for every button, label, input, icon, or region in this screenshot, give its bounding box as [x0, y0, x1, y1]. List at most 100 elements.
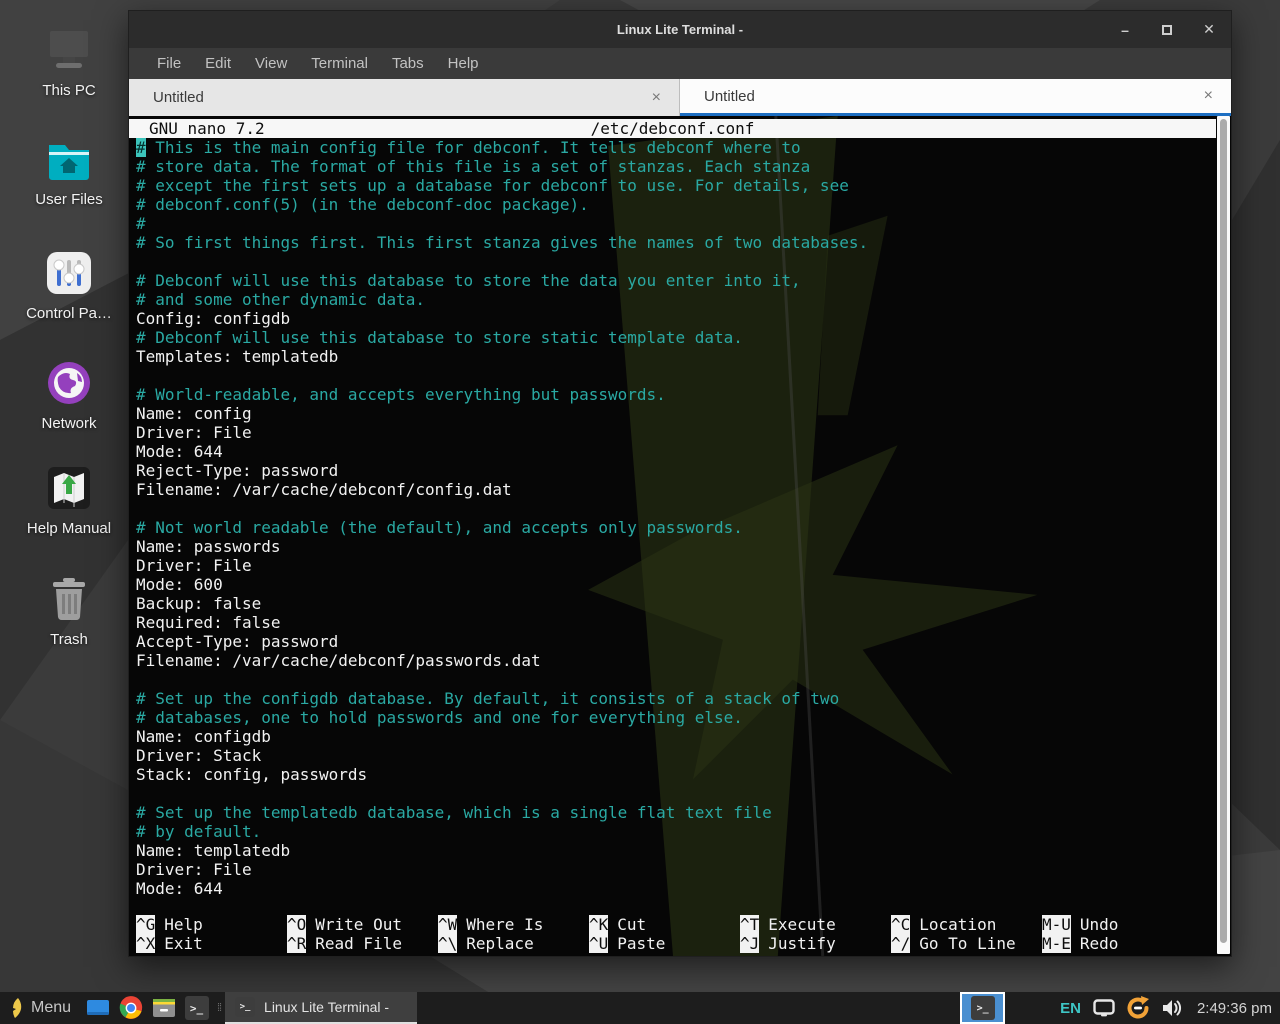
- terminal-line: Config: configdb: [136, 309, 1216, 328]
- menu-help[interactable]: Help: [438, 52, 489, 75]
- terminal-scrollbar[interactable]: [1217, 116, 1230, 954]
- home-folder-icon: [44, 138, 94, 182]
- menu-edit[interactable]: Edit: [195, 52, 241, 75]
- tab-label: Untitled: [704, 88, 755, 105]
- shortcut-row: ^XExit^RRead File^\Replace^UPaste^JJusti…: [136, 934, 1216, 953]
- shortcut-label: Where Is: [466, 915, 543, 934]
- start-menu-button[interactable]: Menu: [0, 992, 81, 1024]
- window-titlebar[interactable]: Linux Lite Terminal - – ✕: [129, 11, 1231, 48]
- terminal-line: # Not world readable (the default), and …: [136, 518, 1216, 537]
- terminal-icon: >_: [235, 997, 255, 1017]
- shortcut-redo: M-E Redo: [1042, 934, 1118, 953]
- terminal-line: Name: passwords: [136, 537, 1216, 556]
- shortcut-key: ^\: [438, 934, 457, 953]
- menu-terminal[interactable]: Terminal: [301, 52, 378, 75]
- maximize-icon[interactable]: [1159, 22, 1175, 38]
- shortcut-cut: ^KCut: [589, 915, 740, 934]
- nano-editor: GNU nano 7.2 /etc/debconf.conf # This is…: [129, 116, 1216, 956]
- taskbar-handle[interactable]: ⁞⁞: [213, 992, 225, 1024]
- shortcut-paste: ^UPaste: [589, 934, 740, 953]
- shortcut-label: Redo: [1080, 934, 1119, 953]
- shortcut-key: ^J: [740, 934, 759, 953]
- terminal-icon: >_: [185, 996, 209, 1020]
- text-cursor: #: [136, 138, 146, 157]
- shortcut-key: ^C: [891, 915, 910, 934]
- desktop-icon: [86, 999, 110, 1017]
- close-icon[interactable]: ✕: [1201, 22, 1217, 38]
- terminal-line: [136, 670, 1216, 689]
- terminal-line: # This is the main config file for debco…: [136, 138, 1216, 157]
- keyboard-layout-indicator[interactable]: EN: [1060, 1000, 1081, 1017]
- shortcut-label: Help: [164, 915, 203, 934]
- display-settings-tray-icon[interactable]: [1093, 999, 1115, 1017]
- shortcut-label: Location: [919, 915, 996, 934]
- minimize-icon[interactable]: –: [1117, 22, 1133, 38]
- desktop-icon-user-files[interactable]: User Files: [9, 138, 129, 208]
- taskbar-window-button[interactable]: >_ Linux Lite Terminal -: [225, 992, 417, 1024]
- tab-untitled-1[interactable]: Untitled ×: [129, 79, 680, 116]
- terminal-pane[interactable]: GNU nano 7.2 /etc/debconf.conf # This is…: [129, 116, 1231, 956]
- terminal-line: # So first things first. This first stan…: [136, 233, 1216, 252]
- terminal-line: Driver: File: [136, 423, 1216, 442]
- terminal-line: [136, 499, 1216, 518]
- updates-tray-icon[interactable]: [1125, 995, 1151, 1021]
- nano-titlebar: GNU nano 7.2 /etc/debconf.conf: [129, 119, 1216, 138]
- terminal-line: # databases, one to hold passwords and o…: [136, 708, 1216, 727]
- desktop-icon-help-manual[interactable]: Help Manual: [9, 465, 129, 537]
- sliders-icon: [45, 250, 93, 296]
- shortcut-label: Go To Line: [919, 934, 1015, 953]
- terminal-line: Accept-Type: password: [136, 632, 1216, 651]
- globe-icon: [46, 360, 92, 406]
- show-desktop-button[interactable]: [81, 992, 114, 1024]
- linux-lite-logo-icon: [9, 997, 23, 1019]
- terminal-line: Reject-Type: password: [136, 461, 1216, 480]
- shortcut-row: ^GHelp^OWrite Out^WWhere Is^KCut^TExecut…: [136, 915, 1216, 934]
- display-icon: [1093, 999, 1115, 1017]
- terminal-window: Linux Lite Terminal - – ✕ File Edit View…: [128, 10, 1232, 957]
- nano-buffer[interactable]: # This is the main config file for debco…: [129, 138, 1216, 915]
- chrome-launcher[interactable]: [114, 992, 147, 1024]
- volume-tray-icon[interactable]: [1161, 998, 1183, 1018]
- terminal-line: # Set up the configdb database. By defau…: [136, 689, 1216, 708]
- taskbar-clock[interactable]: 2:49:36 pm: [1197, 1000, 1272, 1017]
- terminal-line: # Set up the templatedb database, which …: [136, 803, 1216, 822]
- tab-untitled-2[interactable]: Untitled ×: [680, 79, 1231, 116]
- terminal-line: # World-readable, and accepts everything…: [136, 385, 1216, 404]
- terminal-line: Name: config: [136, 404, 1216, 423]
- file-manager-launcher[interactable]: [147, 992, 180, 1024]
- tray-active-window-button[interactable]: >_: [960, 992, 1005, 1024]
- terminal-line: Mode: 644: [136, 442, 1216, 461]
- desktop-icon-this-pc[interactable]: This PC: [9, 27, 129, 99]
- terminal-line: # Debconf will use this database to stor…: [136, 328, 1216, 347]
- terminal-icon: >_: [971, 996, 995, 1020]
- chrome-icon: [119, 996, 143, 1020]
- icon-label: Network: [41, 415, 96, 432]
- trash-icon: [47, 576, 91, 622]
- desktop-icon-network[interactable]: Network: [9, 360, 129, 432]
- terminal-launcher[interactable]: >_: [180, 992, 213, 1024]
- terminal-line: Driver: File: [136, 556, 1216, 575]
- shortcut-key: M-E: [1042, 934, 1071, 953]
- shortcut-execute: ^TExecute: [740, 915, 891, 934]
- shortcut-key: M-U: [1042, 915, 1071, 934]
- terminal-line: [136, 784, 1216, 803]
- shortcut-label: Replace: [466, 934, 533, 953]
- tab-close-icon[interactable]: ×: [1204, 88, 1213, 104]
- tab-close-icon[interactable]: ×: [652, 90, 661, 106]
- desktop-icon-trash[interactable]: Trash: [9, 576, 129, 648]
- scrollbar-thumb[interactable]: [1220, 119, 1227, 943]
- menu-file[interactable]: File: [147, 52, 191, 75]
- desktop-icon-control-panel[interactable]: Control Pa…: [9, 250, 129, 322]
- shortcut-where-is: ^W Where Is: [438, 915, 589, 934]
- shortcut-key: ^W: [438, 915, 457, 934]
- terminal-line: Mode: 644: [136, 879, 1216, 898]
- terminal-line: Filename: /var/cache/debconf/passwords.d…: [136, 651, 1216, 670]
- shortcut-justify: ^JJustify: [740, 934, 891, 953]
- icon-label: Control Pa…: [26, 305, 112, 322]
- shortcut-label: Write Out: [315, 915, 402, 934]
- terminal-line: # except the first sets up a database fo…: [136, 176, 1216, 195]
- terminal-line: Driver: Stack: [136, 746, 1216, 765]
- menu-tabs[interactable]: Tabs: [382, 52, 434, 75]
- shortcut-undo: M-UUndo: [1042, 915, 1118, 934]
- menu-view[interactable]: View: [245, 52, 297, 75]
